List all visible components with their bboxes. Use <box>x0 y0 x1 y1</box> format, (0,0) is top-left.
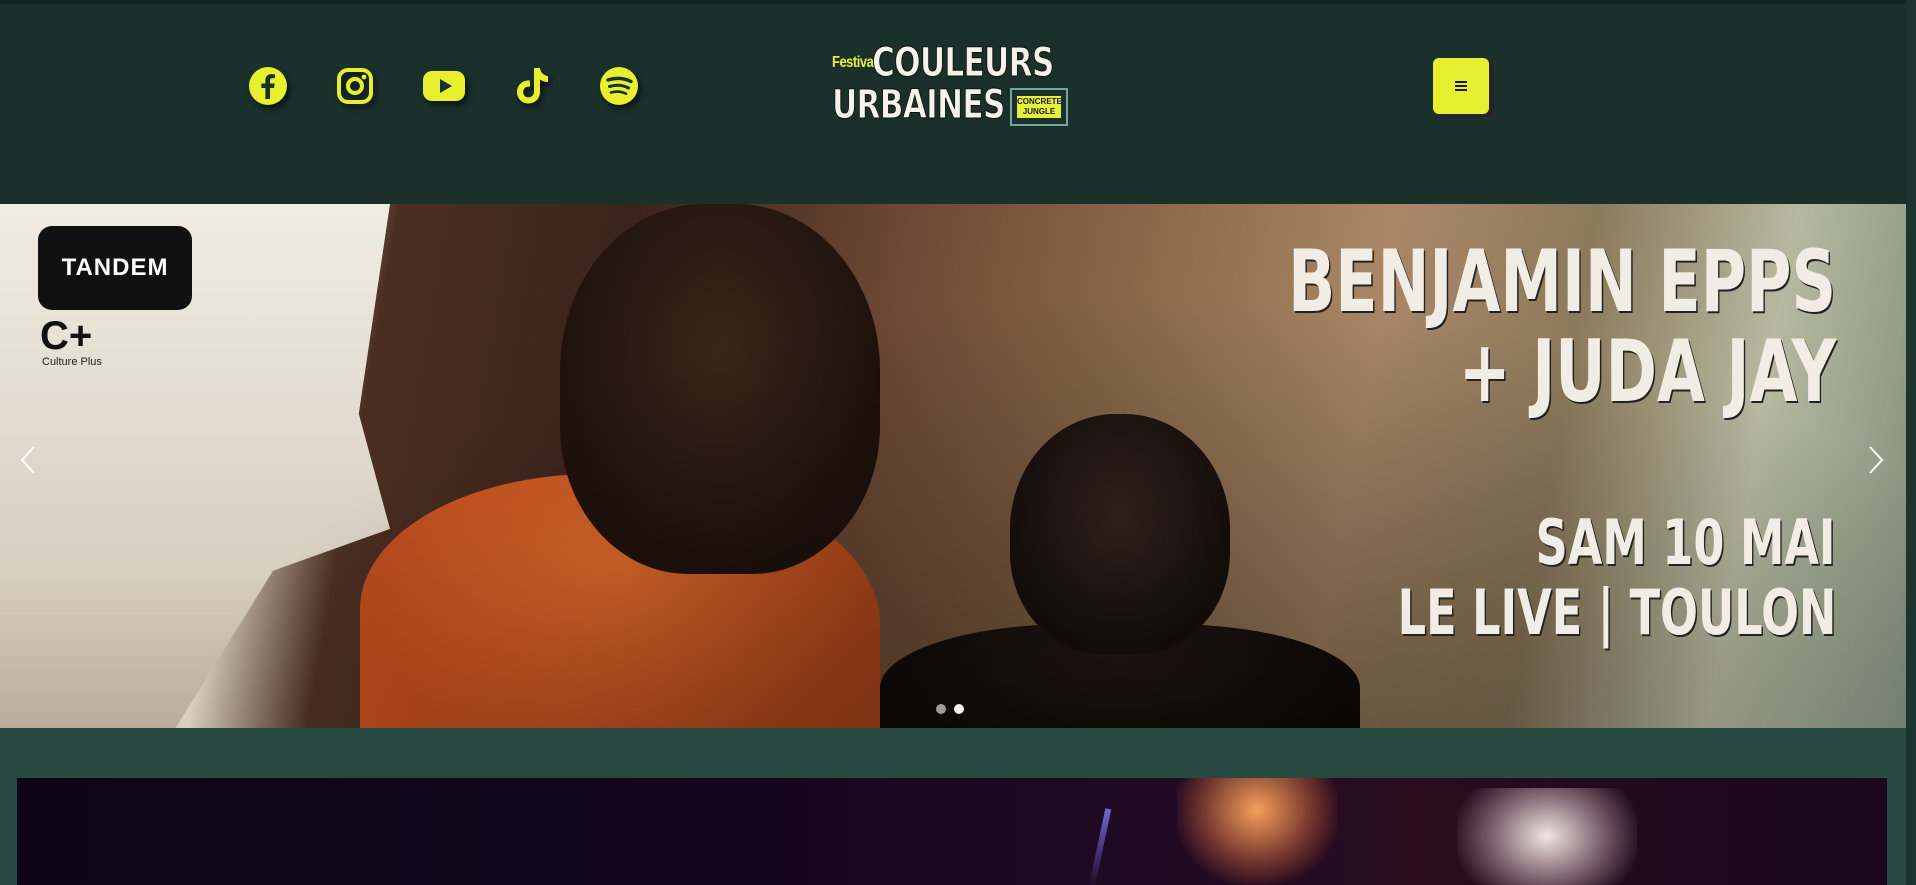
slide-headline-date: SAM 10 MAI <box>1536 506 1836 579</box>
chevron-left-icon <box>20 446 35 474</box>
slider-dot-1[interactable] <box>936 704 946 714</box>
hamburger-icon <box>1455 79 1467 93</box>
slide-headline-venue: LE LIVE | TOULON <box>1397 576 1836 649</box>
slide-headline-artist-2: + JUDA JAY <box>1458 322 1836 422</box>
logo-badge-text: CONCRETE JUNGLE <box>1017 96 1062 118</box>
menu-button[interactable] <box>1433 58 1489 114</box>
slide-headline-artist-1: BENJAMIN EPPS <box>1288 232 1836 332</box>
concert-photo-banner <box>17 778 1887 885</box>
stage-light <box>1088 808 1112 885</box>
spotify-icon[interactable] <box>595 62 643 110</box>
hero-slider: TANDEM C+ Culture Plus BENJAMIN EPPS + J… <box>0 204 1906 728</box>
slider-dot-2[interactable] <box>954 704 964 714</box>
partner-name-culture-plus: Culture Plus <box>42 356 102 368</box>
youtube-icon[interactable] <box>420 62 468 110</box>
logo-festival-text: Festival <box>832 52 877 71</box>
facebook-icon[interactable] <box>244 62 292 110</box>
slider-next-button[interactable] <box>1861 440 1891 480</box>
logo-line1: COULEURS <box>872 40 1055 87</box>
concert-photo-hand <box>1177 778 1337 885</box>
slider-prev-button[interactable] <box>13 440 43 480</box>
concert-photo-performer <box>1457 788 1637 885</box>
slider-pagination <box>936 704 964 714</box>
partner-logo-tandem: TANDEM <box>38 226 192 310</box>
tiktok-icon[interactable] <box>508 62 556 110</box>
partner-logo-culture-plus: C+ <box>40 314 93 358</box>
page-scrollbar[interactable] <box>1906 0 1916 885</box>
festival-logo[interactable]: Festival COULEURS URBAINES CONCRETE JUNG… <box>830 40 1074 132</box>
logo-badge: CONCRETE JUNGLE <box>1010 88 1068 126</box>
site-header: Festival COULEURS URBAINES CONCRETE JUNG… <box>0 0 1906 204</box>
logo-line2: URBAINES <box>832 82 1006 129</box>
instagram-icon[interactable] <box>331 62 379 110</box>
chevron-right-icon <box>1869 446 1884 474</box>
